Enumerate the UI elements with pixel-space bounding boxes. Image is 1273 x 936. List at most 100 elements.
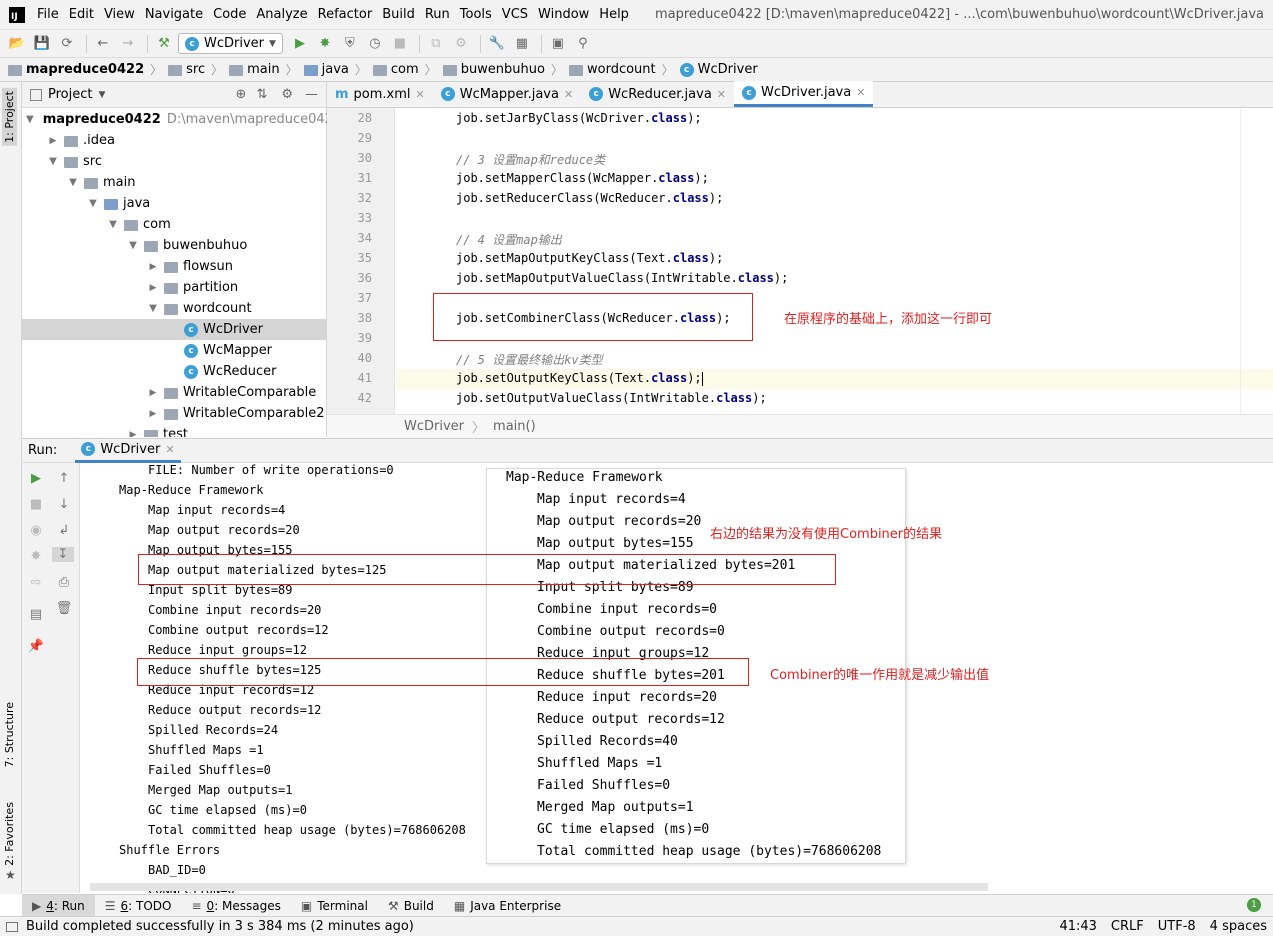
expand-down-icon[interactable]: ▼	[126, 240, 140, 251]
menu-item-view[interactable]: View	[104, 7, 135, 22]
editor-tab-pom-xml[interactable]: m pom.xml ✕	[327, 81, 433, 107]
tree-item-buwenbuhuo[interactable]: ▼ buwenbuhuo	[22, 235, 327, 256]
down-arrow-icon[interactable]: ↓	[50, 497, 78, 512]
stop-icon[interactable]: ■	[22, 497, 50, 512]
menu-item-run[interactable]: Run	[425, 7, 450, 22]
run-icon[interactable]: ▶	[289, 34, 311, 54]
breadcrumb-item[interactable]: src	[168, 62, 205, 77]
close-icon[interactable]: ✕	[165, 443, 174, 456]
expand-right-icon[interactable]: ▶	[146, 409, 160, 419]
debug-icon[interactable]: ✸	[314, 34, 336, 54]
expand-right-icon[interactable]: ▶	[126, 430, 140, 438]
breadcrumb-item[interactable]: main	[229, 62, 280, 77]
status-layout-icon[interactable]	[6, 921, 18, 932]
tree-item-wcmapper[interactable]: c WcMapper	[22, 340, 327, 361]
up-arrow-icon[interactable]: ↑	[50, 471, 78, 486]
bottom-tab-run[interactable]: ▶ 4: Run	[22, 894, 95, 917]
tree-item-flowsun[interactable]: ▶ flowsun	[22, 256, 327, 277]
bottom-tab-terminal[interactable]: ▣ Terminal	[291, 895, 378, 917]
save-all-icon[interactable]: 💾	[31, 34, 53, 54]
attach-debugger-icon[interactable]: ⚙	[450, 34, 472, 54]
breadcrumb-item[interactable]: java	[303, 62, 349, 77]
forward-icon[interactable]: →	[117, 34, 139, 54]
tree-item--idea[interactable]: ▶ .idea	[22, 130, 327, 151]
wrench-icon[interactable]: 🔧	[486, 34, 508, 54]
expand-down-icon[interactable]: ▼	[86, 198, 100, 209]
exit-icon[interactable]: ⇨	[22, 575, 50, 590]
tree-item-mapreduce0422[interactable]: ▼ mapreduce0422 D:\maven\mapreduce042	[22, 109, 327, 130]
editor-tab-wcmapper-java[interactable]: c WcMapper.java ✕	[433, 81, 581, 107]
run-tab[interactable]: c WcDriver ✕	[75, 438, 181, 463]
tab-favorites[interactable]: 2: Favorites	[3, 802, 16, 866]
indent-setting[interactable]: 4 spaces	[1210, 919, 1267, 934]
run-config-select[interactable]: c WcDriver ▼	[178, 33, 283, 54]
close-icon[interactable]: ✕	[717, 88, 726, 101]
sync-icon[interactable]: ⟳	[56, 34, 78, 54]
open-folder-icon[interactable]: 📂	[6, 34, 28, 54]
menu-item-edit[interactable]: Edit	[69, 7, 94, 22]
collapse-all-icon[interactable]: ⇅	[256, 87, 267, 102]
breadcrumb-item[interactable]: com	[372, 62, 419, 77]
editor-tab-wcreducer-java[interactable]: c WcReducer.java ✕	[581, 81, 734, 107]
profile-icon[interactable]: ◷	[364, 34, 386, 54]
tree-item-src[interactable]: ▼ src	[22, 151, 327, 172]
project-panel-title[interactable]: Project	[48, 87, 92, 102]
editor-tab-wcdriver-java[interactable]: c WcDriver.java ✕	[734, 81, 874, 107]
expand-right-icon[interactable]: ▶	[146, 262, 160, 272]
menu-item-window[interactable]: Window	[538, 7, 589, 22]
tree-item-test[interactable]: ▶ test	[22, 424, 327, 437]
search-icon[interactable]: ⚲	[572, 34, 594, 54]
back-icon[interactable]: ←	[92, 34, 114, 54]
build-hammer-icon[interactable]: ⚒	[153, 34, 175, 54]
menu-item-vcs[interactable]: VCS	[502, 7, 528, 22]
close-icon[interactable]: ✕	[856, 86, 865, 99]
menu-item-help[interactable]: Help	[599, 7, 629, 22]
expand-down-icon[interactable]: ▼	[26, 114, 34, 125]
bottom-tab-java-enterprise[interactable]: ▦ Java Enterprise	[444, 895, 571, 917]
editor-breadcrumb-class[interactable]: WcDriver	[404, 419, 464, 434]
print-icon[interactable]: ⎙	[50, 575, 78, 590]
close-icon[interactable]: ✕	[564, 88, 573, 101]
tree-item-writablecomparable2[interactable]: ▶ WritableComparable2	[22, 403, 327, 424]
editor-breadcrumb-method[interactable]: main()	[493, 419, 536, 434]
rerun-icon[interactable]: ▶	[22, 471, 50, 486]
minimize-icon[interactable]: —	[305, 87, 318, 102]
menu-item-file[interactable]: File	[37, 7, 59, 22]
camera-icon[interactable]: ◉	[22, 523, 50, 538]
terminal-window-icon[interactable]: ▣	[547, 34, 569, 54]
bottom-tab-build[interactable]: ⚒ Build	[378, 895, 444, 917]
close-icon[interactable]: ✕	[416, 88, 425, 101]
expand-down-icon[interactable]: ▼	[66, 177, 80, 188]
breadcrumb-item[interactable]: buwenbuhuo	[442, 62, 545, 77]
breadcrumb-item[interactable]: mapreduce0422	[8, 62, 144, 77]
caret-position[interactable]: 41:43	[1059, 919, 1096, 934]
soft-wrap-icon[interactable]: ↲	[50, 523, 78, 538]
gear-icon[interactable]: ⚙	[281, 87, 293, 102]
tree-item-wordcount[interactable]: ▼ wordcount	[22, 298, 327, 319]
trash-icon[interactable]: 🗑	[50, 601, 78, 616]
stop-icon[interactable]: ■	[389, 34, 411, 54]
breadcrumb-item[interactable]: c WcDriver	[679, 62, 758, 77]
expand-right-icon[interactable]: ▶	[146, 283, 160, 293]
bottom-tab-messages[interactable]: ≡ 0: Messages	[181, 895, 290, 917]
layout-icon[interactable]: ▤	[22, 607, 50, 622]
expand-down-icon[interactable]: ▼	[146, 303, 160, 314]
menu-item-tools[interactable]: Tools	[460, 7, 492, 22]
pin-icon[interactable]: 📌	[22, 639, 50, 654]
tab-project[interactable]: 1: Project	[2, 88, 17, 146]
event-log-icon[interactable]: 1	[1247, 898, 1261, 912]
expand-down-icon[interactable]: ▼	[46, 156, 60, 167]
chevron-down-icon[interactable]: ▼	[98, 90, 105, 100]
menu-item-code[interactable]: Code	[213, 7, 246, 22]
menu-item-analyze[interactable]: Analyze	[256, 7, 307, 22]
project-structure-icon[interactable]: ▦	[511, 34, 533, 54]
line-separator[interactable]: CRLF	[1111, 919, 1144, 934]
bottom-tab-todo[interactable]: ☰ 6: TODO	[95, 895, 182, 917]
scroll-to-end-icon[interactable]: ↧	[52, 547, 74, 562]
tree-item-writablecomparable[interactable]: ▶ WritableComparable	[22, 382, 327, 403]
tree-item-partition[interactable]: ▶ partition	[22, 277, 327, 298]
console-horizontal-scrollbar[interactable]	[90, 883, 988, 891]
file-encoding[interactable]: UTF-8	[1158, 919, 1196, 934]
tree-item-main[interactable]: ▼ main	[22, 172, 327, 193]
locate-icon[interactable]: ⊕	[236, 87, 247, 102]
